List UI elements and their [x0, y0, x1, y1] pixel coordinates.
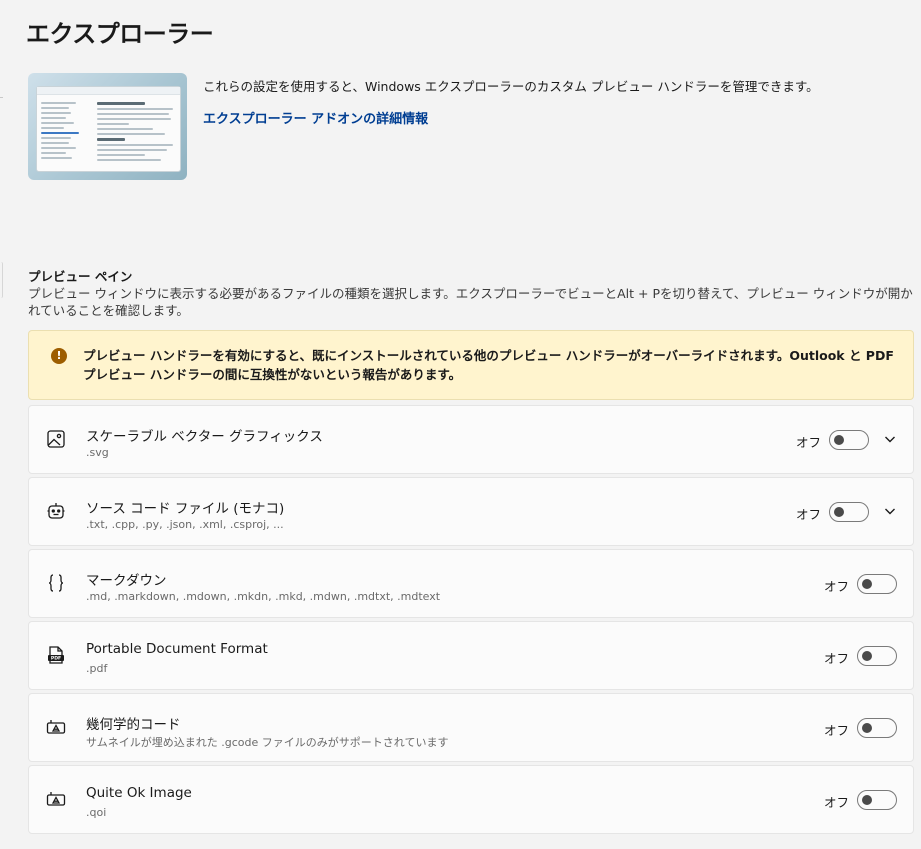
- toggle-state-label: オフ: [824, 795, 850, 810]
- section-description: プレビュー ウィンドウに表示する必要があるファイルの種類を選択します。エクスプロ…: [28, 286, 913, 318]
- handler-card-svg[interactable]: スケーラブル ベクター グラフィックス .svg オフ: [28, 405, 914, 474]
- handler-title: ソース コード ファイル (モナコ): [86, 501, 285, 517]
- toggle-state-label: オフ: [796, 435, 822, 450]
- handler-title: Portable Document Format: [86, 641, 268, 657]
- toggle-state-label: オフ: [824, 579, 850, 594]
- handler-extensions: サムネイルが埋め込まれた .gcode ファイルのみがサポートされています: [86, 736, 449, 749]
- handler-card-gcode[interactable]: 幾何学的コード サムネイルが埋め込まれた .gcode ファイルのみがサポートさ…: [28, 693, 914, 762]
- handler-card-pdf[interactable]: PDF Portable Document Format .pdf オフ: [28, 621, 914, 690]
- qoi-icon: [45, 788, 67, 810]
- chevron-down-icon[interactable]: [882, 503, 898, 519]
- handler-extensions: .txt, .cpp, .py, .json, .xml, .csproj, .…: [86, 518, 284, 531]
- source-code-toggle[interactable]: [829, 502, 869, 522]
- pdf-toggle[interactable]: [857, 646, 897, 666]
- handler-extensions: .qoi: [86, 806, 107, 819]
- chevron-down-icon[interactable]: [882, 431, 898, 447]
- handler-title: マークダウン: [86, 573, 167, 589]
- toggle-state-label: オフ: [796, 507, 822, 522]
- svg-text:PDF: PDF: [51, 656, 61, 662]
- handler-title: Quite Ok Image: [86, 785, 192, 801]
- handler-card-qoi[interactable]: Quite Ok Image .qoi オフ: [28, 765, 914, 834]
- handler-card-source-code[interactable]: ソース コード ファイル (モナコ) .txt, .cpp, .py, .jso…: [28, 477, 914, 546]
- image-icon: [45, 428, 67, 450]
- page-title: エクスプローラー: [26, 20, 214, 48]
- toggle-state-label: オフ: [824, 723, 850, 738]
- robot-icon: [45, 500, 67, 522]
- hero-image: [28, 73, 187, 180]
- handler-card-markdown[interactable]: マークダウン .md, .markdown, .mdown, .mkdn, .m…: [28, 549, 914, 618]
- toggle-state-label: オフ: [824, 651, 850, 666]
- warning-icon: !: [51, 348, 67, 364]
- svg-toggle[interactable]: [829, 430, 869, 450]
- learn-more-link[interactable]: エクスプローラー アドオンの詳細情報: [203, 108, 428, 127]
- edge-mark: [0, 97, 3, 98]
- braces-icon: [45, 572, 67, 594]
- gcode-icon: [45, 716, 67, 738]
- hero-description: これらの設定を使用すると、Windows エクスプローラーのカスタム プレビュー…: [203, 79, 819, 94]
- pdf-icon: PDF: [45, 644, 67, 666]
- handler-extensions: .md, .markdown, .mdown, .mkdn, .mkd, .md…: [86, 590, 441, 603]
- warning-text: プレビュー ハンドラーを有効にすると、既にインストールされている他のプレビュー …: [83, 348, 894, 382]
- markdown-toggle[interactable]: [857, 574, 897, 594]
- hero-window-illustration: [36, 86, 181, 172]
- side-edge: [0, 262, 3, 298]
- warning-infobar: ! プレビュー ハンドラーを有効にすると、既にインストールされている他のプレビュ…: [28, 330, 914, 400]
- handler-title: スケーラブル ベクター グラフィックス: [86, 429, 323, 445]
- handler-title: 幾何学的コード: [86, 717, 181, 733]
- handler-extensions: .pdf: [86, 662, 108, 675]
- gcode-toggle[interactable]: [857, 718, 897, 738]
- handler-extensions: .svg: [86, 446, 109, 459]
- section-title: プレビュー ペイン: [28, 269, 133, 284]
- qoi-toggle[interactable]: [857, 790, 897, 810]
